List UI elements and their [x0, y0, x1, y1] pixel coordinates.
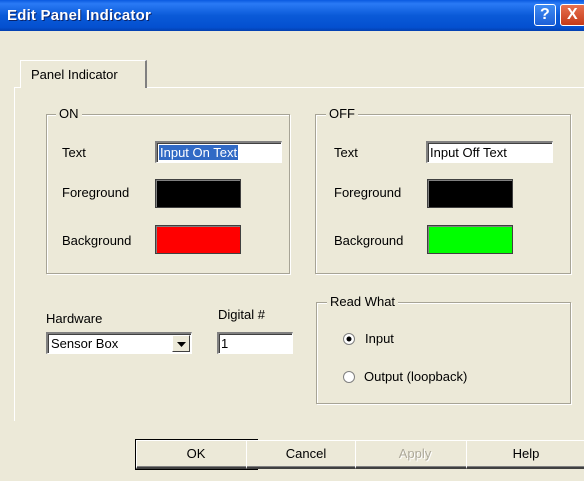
on-foreground-swatch[interactable]	[155, 179, 241, 208]
title-help-button[interactable]: ?	[534, 4, 556, 26]
hardware-selected-value: Sensor Box	[51, 336, 119, 351]
dialog-window: Edit Panel Indicator ? X Panel Indicator…	[0, 0, 584, 481]
hardware-select[interactable]: Sensor Box	[46, 332, 192, 354]
hardware-label: Hardware	[46, 311, 103, 326]
radio-output-loopback-label[interactable]: Output (loopback)	[364, 369, 467, 384]
digital-value: 1	[221, 336, 229, 351]
radio-input[interactable]	[343, 333, 355, 345]
question-mark-icon: ?	[540, 6, 550, 23]
close-icon: X	[567, 6, 578, 23]
on-foreground-label: Foreground	[62, 185, 130, 200]
off-text-value: Input Off Text	[430, 145, 507, 160]
on-text-input[interactable]: Input On Text	[155, 141, 282, 163]
close-button[interactable]: X	[560, 4, 584, 26]
on-group-title: ON	[56, 106, 82, 121]
off-group-title: OFF	[326, 106, 358, 121]
on-background-label: Background	[62, 233, 132, 248]
apply-button[interactable]: Apply	[355, 440, 476, 469]
on-text-value: Input On Text	[159, 145, 239, 160]
read-what-title: Read What	[327, 294, 399, 309]
on-text-label: Text	[62, 145, 86, 160]
hardware-dropdown-button[interactable]	[172, 335, 190, 352]
off-text-label: Text	[334, 145, 358, 160]
help-button[interactable]: Help	[466, 440, 584, 469]
off-background-swatch[interactable]	[427, 225, 513, 254]
ok-button[interactable]: OK	[135, 439, 258, 470]
tab-panel-indicator[interactable]: Panel Indicator	[20, 60, 147, 88]
radio-input-label[interactable]: Input	[365, 331, 394, 346]
tab-label: Panel Indicator	[31, 67, 118, 82]
cancel-button[interactable]: Cancel	[246, 440, 367, 469]
off-foreground-label: Foreground	[334, 185, 402, 200]
off-background-label: Background	[334, 233, 404, 248]
off-foreground-swatch[interactable]	[427, 179, 513, 208]
title-bar[interactable]: Edit Panel Indicator ? X	[0, 0, 584, 31]
off-text-input[interactable]: Input Off Text	[426, 141, 553, 163]
chevron-down-icon	[177, 342, 186, 347]
read-what-group: Read What	[316, 294, 571, 404]
digital-input[interactable]: 1	[217, 332, 293, 354]
on-background-swatch[interactable]	[155, 225, 241, 254]
window-title: Edit Panel Indicator	[7, 7, 152, 24]
radio-output-loopback[interactable]	[343, 371, 355, 383]
digital-label: Digital #	[218, 307, 265, 322]
